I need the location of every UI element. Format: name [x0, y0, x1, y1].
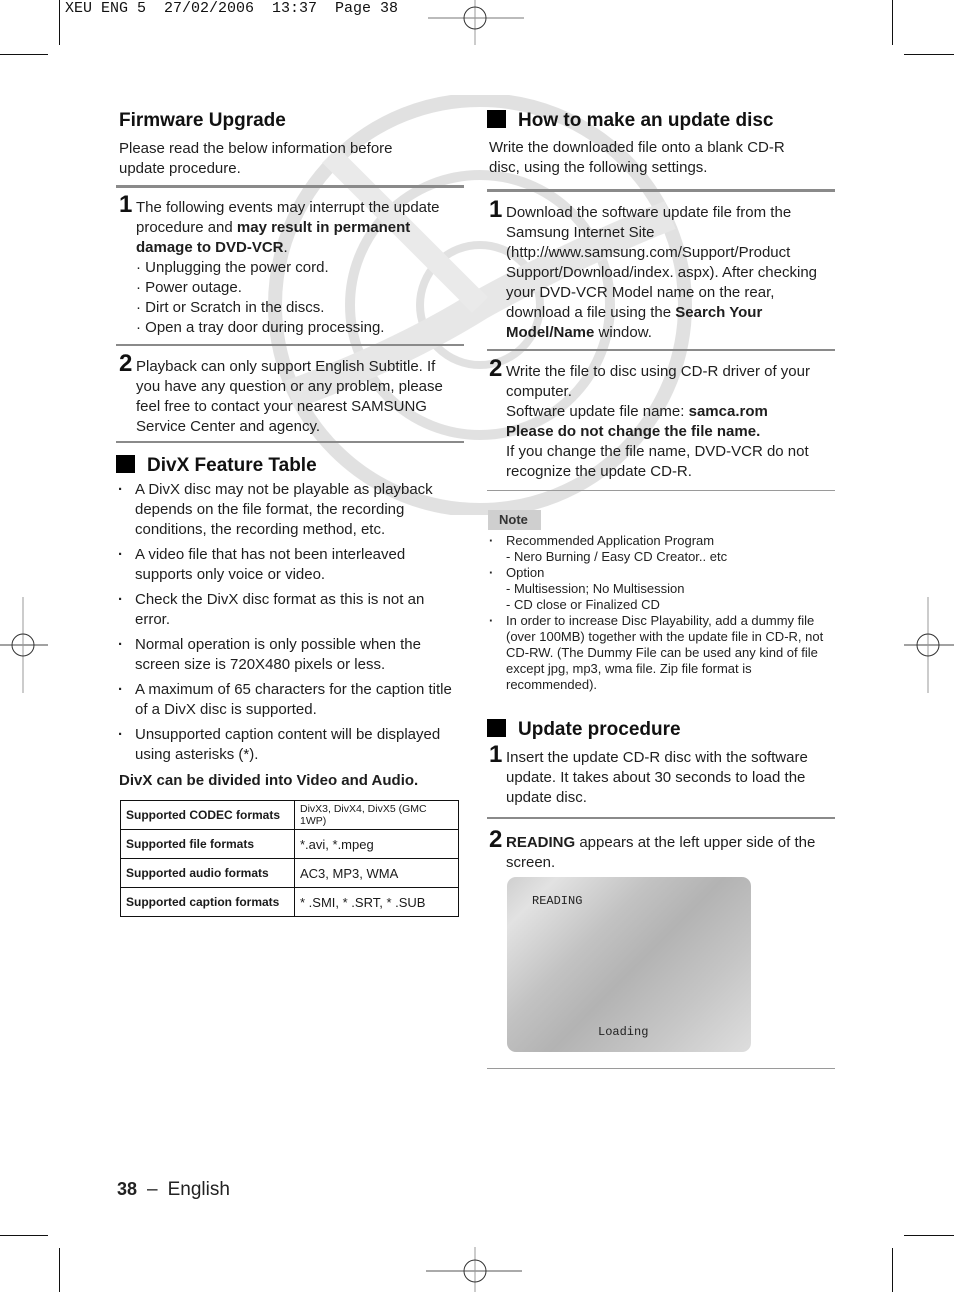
- list-item: A maximum of 65 characters for the capti…: [118, 680, 463, 720]
- firmware-step-1: 1 The following events may interrupt the…: [119, 191, 464, 338]
- table-value: AC3, MP3, WMA: [294, 858, 459, 888]
- list-item: · Power outage.: [136, 279, 242, 296]
- table-value: *.avi, *.mpeg: [294, 829, 459, 859]
- crop-mark: [892, 1248, 893, 1292]
- registration-mark-icon: [0, 597, 48, 693]
- step-text-bold: READING: [506, 834, 576, 851]
- table-row: Supported CODEC formats DivX3, DivX4, Di…: [120, 800, 459, 830]
- list-item: A video file that has not been interleav…: [118, 545, 463, 585]
- table-row: Supported caption formats * .SMI, * .SRT…: [120, 887, 459, 917]
- print-slug: XEU ENG 5 27/02/2006 13:37 Page 38: [65, 0, 399, 17]
- firmware-step-2: 2 Playback can only support English Subt…: [119, 350, 449, 437]
- step-text: Playback can only support English Subtit…: [136, 358, 443, 435]
- divider: [487, 349, 835, 351]
- divx-feature-title: DivX Feature Table: [116, 455, 317, 477]
- note-label: Note: [488, 510, 541, 530]
- divx-notes-list: A DivX disc may not be playable as playb…: [118, 480, 463, 770]
- divider: [487, 189, 835, 192]
- divider: [487, 1068, 835, 1069]
- firmware-upgrade-title: Firmware Upgrade: [119, 110, 286, 131]
- note-item: Option - Multisession; No Multisession -…: [488, 565, 833, 613]
- divider: [487, 817, 835, 819]
- list-item: · Open a tray door during processing.: [136, 319, 385, 336]
- step-text: If you change the file name, DVD-VCR do …: [506, 443, 809, 480]
- update-disc-title: How to make an update disc: [487, 110, 774, 132]
- note-item: In order to increase Disc Playability, a…: [488, 613, 833, 693]
- list-item: · Dirt or Scratch in the discs.: [136, 299, 325, 316]
- step-number: 1: [119, 191, 133, 218]
- table-row: Supported audio formats AC3, MP3, WMA: [120, 858, 459, 888]
- footer-language: English: [167, 1179, 230, 1200]
- step-number: 2: [489, 826, 503, 853]
- section-square-icon: [116, 455, 135, 473]
- file-name: samca.rom: [688, 403, 768, 420]
- crop-mark: [59, 0, 60, 45]
- note-subitem: - Nero Burning / Easy CD Creator.. etc: [506, 549, 728, 564]
- step-number: 2: [119, 350, 133, 377]
- crop-mark: [892, 0, 893, 45]
- divider: [116, 344, 464, 346]
- update-disc-intro: Write the downloaded file onto a blank C…: [489, 139, 785, 176]
- footer-separator: –: [147, 1179, 158, 1200]
- list-item: · Unplugging the power cord.: [136, 259, 329, 276]
- step-number: 1: [489, 741, 503, 768]
- update-procedure-title: Update procedure: [487, 719, 681, 741]
- divider: [116, 441, 464, 443]
- update-procedure-step-2: 2 READING appears at the left upper side…: [489, 826, 819, 873]
- divider: [116, 185, 464, 188]
- update-disc-step-2: 2 Write the file to disc using CD-R driv…: [489, 355, 834, 482]
- step-text: .: [283, 239, 288, 256]
- update-procedure-step-1: 1 Insert the update CD-R disc with the s…: [489, 741, 834, 808]
- note-subitem: - Multisession; No Multisession: [506, 581, 685, 596]
- table-key: Supported caption formats: [120, 887, 295, 917]
- tv-screen-illustration: READING Loading: [507, 877, 751, 1052]
- crop-mark: [0, 1235, 48, 1236]
- crop-mark: [904, 1235, 954, 1236]
- table-value: * .SMI, * .SRT, * .SUB: [294, 887, 459, 917]
- table-key: Supported audio formats: [120, 858, 295, 888]
- screen-reading-label: READING: [532, 894, 583, 908]
- divx-summary: DivX can be divided into Video and Audio…: [119, 772, 419, 789]
- registration-mark-icon: [904, 597, 954, 693]
- table-key: Supported CODEC formats: [120, 800, 295, 830]
- step-text: Write the file to disc using CD-R driver…: [506, 363, 810, 400]
- screen-loading-label: Loading: [598, 1025, 649, 1039]
- crop-mark: [904, 54, 954, 55]
- divider: [487, 490, 835, 491]
- note-subitem: - CD close or Finalized CD: [506, 597, 660, 612]
- step-text: window.: [594, 324, 652, 341]
- warning-text: Please do not change the file name.: [506, 423, 761, 440]
- step-text: Insert the update CD-R disc with the sof…: [506, 749, 808, 806]
- interrupt-events-list: · Unplugging the power cord. · Power out…: [136, 258, 464, 338]
- page-footer: 38– English: [117, 1179, 230, 1201]
- table-key: Supported file formats: [120, 829, 295, 859]
- list-item: Unsupported caption content will be disp…: [118, 725, 463, 765]
- list-item: A DivX disc may not be playable as playb…: [118, 480, 463, 540]
- list-item: Check the DivX disc format as this is no…: [118, 590, 463, 630]
- step-number: 2: [489, 355, 503, 382]
- registration-mark-icon: [428, 0, 524, 45]
- list-item: Normal operation is only possible when t…: [118, 635, 463, 675]
- firmware-intro: Please read the below information before…: [119, 140, 393, 177]
- table-value: DivX3, DivX4, DivX5 (GMC 1WP): [294, 800, 459, 830]
- divx-format-table: Supported CODEC formats DivX3, DivX4, Di…: [120, 800, 459, 917]
- note-item: Recommended Application Program - Nero B…: [488, 533, 833, 565]
- update-disc-step-1: 1 Download the software update file from…: [489, 196, 834, 343]
- section-square-icon: [487, 110, 506, 128]
- note-list: Recommended Application Program - Nero B…: [488, 533, 833, 693]
- table-row: Supported file formats *.avi, *.mpeg: [120, 829, 459, 859]
- crop-mark: [0, 54, 48, 55]
- step-number: 1: [489, 196, 503, 223]
- file-name-line: Software update file name: samca.rom: [506, 403, 768, 420]
- step-text: Download the software update file from t…: [506, 204, 818, 321]
- page-number: 38: [117, 1179, 138, 1199]
- section-square-icon: [487, 719, 506, 737]
- crop-mark: [59, 1248, 60, 1292]
- registration-mark-icon: [426, 1247, 522, 1292]
